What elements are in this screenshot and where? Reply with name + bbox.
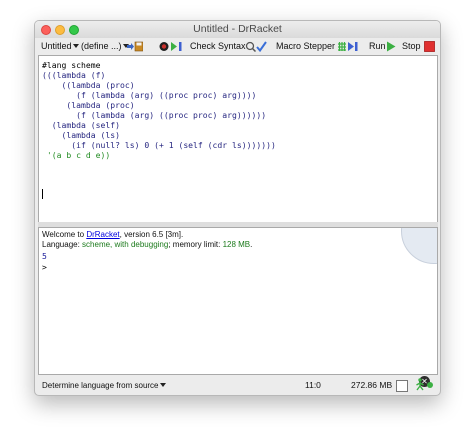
evaluation-result: 5 xyxy=(42,251,47,261)
code-line: (f (lambda (arg) ((proc proc) arg)))) xyxy=(42,90,257,100)
run-icon[interactable] xyxy=(386,41,396,52)
status-indicator-icon xyxy=(427,382,433,388)
welcome-prefix: Welcome to xyxy=(42,230,87,239)
stop-icon[interactable] xyxy=(424,41,435,52)
memory-suffix: . xyxy=(250,240,253,249)
status-bar: Determine language from source 11:0 272.… xyxy=(35,374,440,395)
source-code: #lang scheme (((lambda (f) ((lambda (pro… xyxy=(42,60,276,160)
define-menu-label: (define ...) xyxy=(81,41,122,51)
chevron-down-icon xyxy=(159,383,166,387)
drracket-link[interactable]: DrRacket xyxy=(86,230,119,239)
toolbar: Untitled (define ...) Check Syntax Macro… xyxy=(35,38,440,55)
memory-usage[interactable]: 272.86 MB xyxy=(351,380,392,390)
save-icon[interactable] xyxy=(127,41,143,52)
drracket-window: Untitled - DrRacket Untitled (define ...… xyxy=(34,20,441,396)
code-line: (lambda (ls) xyxy=(42,130,120,140)
run-button[interactable]: Run xyxy=(369,41,386,51)
code-line: '(a b c d e)) xyxy=(42,150,111,160)
macro-stepper-icon xyxy=(338,42,358,51)
corner-decoration xyxy=(401,228,437,264)
memory-limit: 128 MB xyxy=(222,240,251,249)
title-bar: Untitled - DrRacket xyxy=(35,21,440,38)
code-line: (((lambda (f) xyxy=(42,70,106,80)
language-selector-label: Determine language from source xyxy=(42,381,159,390)
file-menu[interactable]: Untitled xyxy=(41,41,79,51)
define-menu[interactable]: (define ...) xyxy=(81,41,129,51)
code-line: (lambda (self) xyxy=(42,120,120,130)
running-figure-icon xyxy=(416,378,424,391)
check-syntax-label: Check Syntax xyxy=(190,41,246,51)
stop-button[interactable]: Stop xyxy=(402,41,421,51)
stop-label: Stop xyxy=(402,41,421,51)
code-line: (lambda (proc) xyxy=(42,100,135,110)
macro-stepper-label: Macro Stepper xyxy=(276,41,336,51)
interactions-pane[interactable]: Welcome to DrRacket, version 6.5 [3m]. L… xyxy=(38,227,438,375)
language-name: scheme, with debugging xyxy=(82,240,169,249)
file-menu-label: Untitled xyxy=(41,41,72,51)
code-line: (if (null? ls) 0 (+ 1 (self (cdr ls)))))… xyxy=(42,140,276,150)
check-syntax-icon xyxy=(245,41,267,52)
cursor-position: 11:0 xyxy=(305,380,321,390)
repl-prompt: > xyxy=(42,262,47,272)
code-line: ((lambda (proc) xyxy=(42,80,135,90)
code-line: (f (lambda (arg) ((proc proc) arg)))))) xyxy=(42,110,267,120)
chevron-down-icon xyxy=(72,44,79,48)
debug-icon[interactable] xyxy=(159,41,185,52)
language-prefix: Language: xyxy=(42,240,83,249)
language-selector[interactable]: Determine language from source xyxy=(42,381,166,390)
text-cursor xyxy=(42,189,43,199)
macro-stepper-button[interactable]: Macro Stepper xyxy=(276,41,335,51)
check-syntax-button[interactable]: Check Syntax xyxy=(190,41,246,51)
welcome-suffix: , version 6.5 [3m]. xyxy=(119,230,184,239)
window-title: Untitled - DrRacket xyxy=(193,23,282,35)
memory-box xyxy=(396,380,408,392)
memory-prefix: ; memory limit: xyxy=(168,240,223,249)
run-label: Run xyxy=(369,41,386,51)
code-line: #lang scheme xyxy=(42,60,101,70)
definitions-editor[interactable]: #lang scheme (((lambda (f) ((lambda (pro… xyxy=(38,55,438,223)
welcome-message: Welcome to DrRacket, version 6.5 [3m]. L… xyxy=(42,230,252,250)
